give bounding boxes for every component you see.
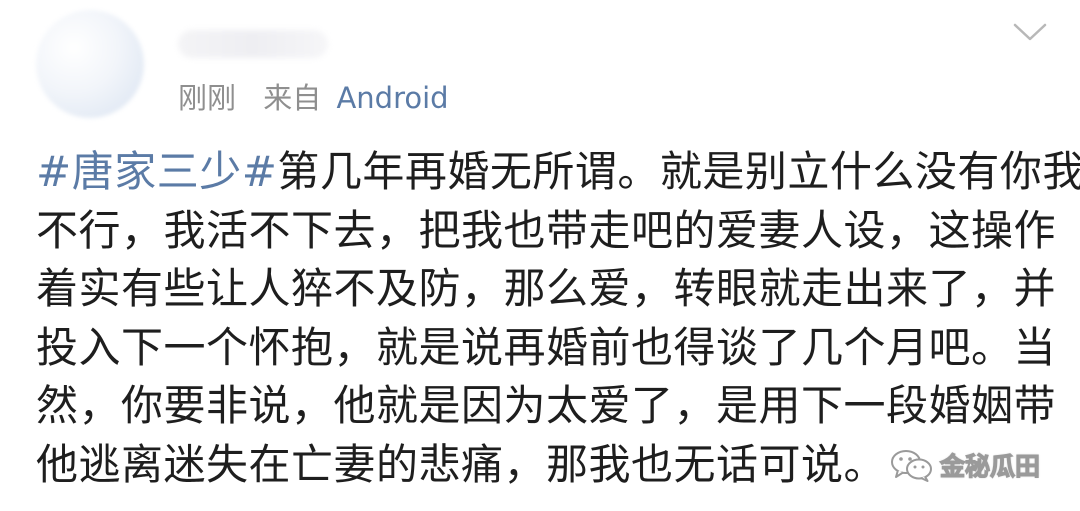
post-source-client[interactable]: Android xyxy=(336,81,448,115)
post-line: 然，你要非说，他就是因为太爱了，是用下一段婚姻带 xyxy=(36,381,1057,430)
post-body: #唐家三少#第几年再婚无所谓。就是别立什么没有你我 不行，我活不下去，把我也带走… xyxy=(36,143,1080,494)
post-time: 刚刚 xyxy=(178,81,237,115)
post-meta: 刚刚 来自 Android xyxy=(178,78,449,118)
post-line: #唐家三少#第几年再婚无所谓。就是别立什么没有你我 xyxy=(36,143,1080,202)
post-line: 投入下一个怀抱，就是说再婚前也得谈了几个月吧。当 xyxy=(36,322,1057,372)
watermark-text: 金秘瓜田 xyxy=(939,451,1041,481)
post-line: 不行，我活不下去，把我也带走吧的爱妻人设，这操作 xyxy=(36,205,1057,255)
watermark: 金秘瓜田 xyxy=(890,447,1041,483)
post-line-text: 第几年再婚无所谓。就是别立什么没有你我 xyxy=(277,147,1080,196)
post-line: 着实有些让人猝不及防，那么爱，转眼就走出来了，并 xyxy=(36,264,1057,313)
hashtag-link[interactable]: #唐家三少# xyxy=(36,147,277,196)
wechat-icon xyxy=(891,450,932,482)
username-blurred[interactable] xyxy=(178,30,328,58)
avatar[interactable] xyxy=(36,10,144,118)
post-source-label: 来自 xyxy=(263,81,322,115)
chevron-down-icon[interactable] xyxy=(1012,20,1048,44)
